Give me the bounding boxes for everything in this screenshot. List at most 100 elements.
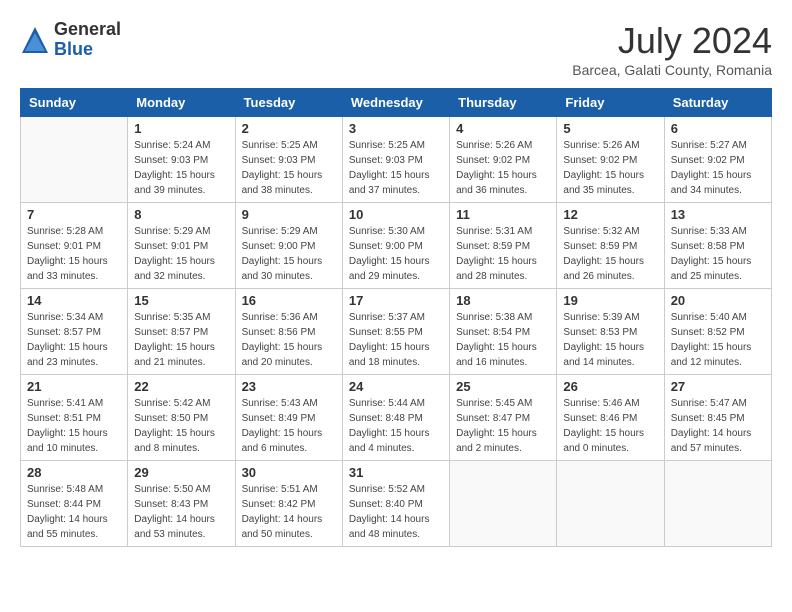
day-info: Sunrise: 5:31 AMSunset: 8:59 PMDaylight:… [456,224,550,284]
weekday-header-monday: Monday [128,89,235,117]
weekday-header-tuesday: Tuesday [235,89,342,117]
empty-cell [664,461,771,547]
day-info: Sunrise: 5:25 AMSunset: 9:03 PMDaylight:… [349,138,443,198]
day-info: Sunrise: 5:47 AMSunset: 8:45 PMDaylight:… [671,396,765,456]
calendar-table: SundayMondayTuesdayWednesdayThursdayFrid… [20,88,772,547]
day-number: 4 [456,121,550,136]
calendar-day-cell: 16 Sunrise: 5:36 AMSunset: 8:56 PMDayligh… [235,289,342,375]
day-info: Sunrise: 5:44 AMSunset: 8:48 PMDaylight:… [349,396,443,456]
calendar-day-cell: 13Sunrise: 5:33 AMSunset: 8:58 PMDayligh… [664,203,771,289]
day-number: 10 [349,207,443,222]
day-info: Sunrise: 5:28 AMSunset: 9:01 PMDaylight:… [27,224,121,284]
day-info: Sunrise: 5:41 AMSunset: 8:51 PMDaylight:… [27,396,121,456]
calendar-day-cell: 30 Sunrise: 5:51 AMSunset: 8:42 PMDayligh… [235,461,342,547]
calendar-day-cell: 2Sunrise: 5:25 AMSunset: 9:03 PMDaylight… [235,117,342,203]
day-number: 25 [456,379,550,394]
day-number: 3 [349,121,443,136]
day-number: 11 [456,207,550,222]
calendar-week-row: 28Sunrise: 5:48 AMSunset: 8:44 PMDayligh… [21,461,772,547]
day-number: 15 [134,293,228,308]
calendar-day-cell: 11 Sunrise: 5:31 AMSunset: 8:59 PMDayligh… [450,203,557,289]
day-info: Sunrise: 5:29 AMSunset: 9:01 PMDaylight:… [134,224,228,284]
logo-blue: Blue [54,40,121,60]
day-info: Sunrise: 5:42 AMSunset: 8:50 PMDaylight:… [134,396,228,456]
day-number: 7 [27,207,121,222]
day-info: Sunrise: 5:46 AMSunset: 8:46 PMDaylight:… [563,396,657,456]
day-info: Sunrise: 5:26 AMSunset: 9:02 PMDaylight:… [563,138,657,198]
weekday-header-friday: Friday [557,89,664,117]
calendar-day-cell: 25 Sunrise: 5:45 AMSunset: 8:47 PMDayligh… [450,375,557,461]
day-number: 22 [134,379,228,394]
day-info: Sunrise: 5:39 AMSunset: 8:53 PMDaylight:… [563,310,657,370]
day-info: Sunrise: 5:32 AMSunset: 8:59 PMDaylight:… [563,224,657,284]
day-info: Sunrise: 5:52 AMSunset: 8:40 PMDaylight:… [349,482,443,542]
empty-cell [21,117,128,203]
calendar-day-cell: 27 Sunrise: 5:47 AMSunset: 8:45 PMDayligh… [664,375,771,461]
day-info: Sunrise: 5:45 AMSunset: 8:47 PMDaylight:… [456,396,550,456]
day-info: Sunrise: 5:40 AMSunset: 8:52 PMDaylight:… [671,310,765,370]
day-number: 19 [563,293,657,308]
calendar-day-cell: 8Sunrise: 5:29 AMSunset: 9:01 PMDaylight… [128,203,235,289]
day-number: 30 [242,465,336,480]
calendar-day-cell: 22 Sunrise: 5:42 AMSunset: 8:50 PMDayligh… [128,375,235,461]
calendar-day-cell: 19 Sunrise: 5:39 AMSunset: 8:53 PMDayligh… [557,289,664,375]
day-number: 18 [456,293,550,308]
calendar-day-cell: 17 Sunrise: 5:37 AMSunset: 8:55 PMDayligh… [342,289,449,375]
day-number: 5 [563,121,657,136]
day-number: 1 [134,121,228,136]
day-number: 27 [671,379,765,394]
weekday-header-wednesday: Wednesday [342,89,449,117]
day-number: 17 [349,293,443,308]
calendar-day-cell: 7 Sunrise: 5:28 AMSunset: 9:01 PMDaylight… [21,203,128,289]
weekday-header-row: SundayMondayTuesdayWednesdayThursdayFrid… [21,89,772,117]
day-number: 12 [563,207,657,222]
day-number: 13 [671,207,765,222]
calendar-day-cell: 21 Sunrise: 5:41 AMSunset: 8:51 PMDayligh… [21,375,128,461]
logo-general: General [54,20,121,40]
page-header: General Blue July 2024 Barcea, Galati Co… [20,20,772,78]
calendar-day-cell: 6Sunrise: 5:27 AMSunset: 9:02 PMDaylight… [664,117,771,203]
day-number: 26 [563,379,657,394]
day-number: 23 [242,379,336,394]
calendar-day-cell: 3 Sunrise: 5:25 AMSunset: 9:03 PMDaylight… [342,117,449,203]
month-title: July 2024 [572,20,772,62]
calendar-week-row: 14 Sunrise: 5:34 AMSunset: 8:57 PMDayligh… [21,289,772,375]
empty-cell [450,461,557,547]
day-number: 16 [242,293,336,308]
empty-cell [557,461,664,547]
calendar-week-row: 7 Sunrise: 5:28 AMSunset: 9:01 PMDaylight… [21,203,772,289]
calendar-week-row: 1 Sunrise: 5:24 AMSunset: 9:03 PMDaylight… [21,117,772,203]
calendar-day-cell: 20Sunrise: 5:40 AMSunset: 8:52 PMDayligh… [664,289,771,375]
day-info: Sunrise: 5:37 AMSunset: 8:55 PMDaylight:… [349,310,443,370]
day-info: Sunrise: 5:29 AMSunset: 9:00 PMDaylight:… [242,224,336,284]
day-number: 28 [27,465,121,480]
day-info: Sunrise: 5:24 AMSunset: 9:03 PMDaylight:… [134,138,228,198]
calendar-day-cell: 24Sunrise: 5:44 AMSunset: 8:48 PMDayligh… [342,375,449,461]
calendar-day-cell: 1 Sunrise: 5:24 AMSunset: 9:03 PMDaylight… [128,117,235,203]
day-info: Sunrise: 5:50 AMSunset: 8:43 PMDaylight:… [134,482,228,542]
calendar-day-cell: 12 Sunrise: 5:32 AMSunset: 8:59 PMDayligh… [557,203,664,289]
calendar-day-cell: 28Sunrise: 5:48 AMSunset: 8:44 PMDayligh… [21,461,128,547]
day-number: 21 [27,379,121,394]
weekday-header-thursday: Thursday [450,89,557,117]
calendar-day-cell: 10Sunrise: 5:30 AMSunset: 9:00 PMDayligh… [342,203,449,289]
day-number: 2 [242,121,336,136]
calendar-day-cell: 4 Sunrise: 5:26 AMSunset: 9:02 PMDaylight… [450,117,557,203]
day-info: Sunrise: 5:36 AMSunset: 8:56 PMDaylight:… [242,310,336,370]
day-info: Sunrise: 5:35 AMSunset: 8:57 PMDaylight:… [134,310,228,370]
calendar-day-cell: 14 Sunrise: 5:34 AMSunset: 8:57 PMDayligh… [21,289,128,375]
weekday-header-saturday: Saturday [664,89,771,117]
day-info: Sunrise: 5:27 AMSunset: 9:02 PMDaylight:… [671,138,765,198]
location-subtitle: Barcea, Galati County, Romania [572,62,772,78]
day-info: Sunrise: 5:51 AMSunset: 8:42 PMDaylight:… [242,482,336,542]
calendar-day-cell: 29 Sunrise: 5:50 AMSunset: 8:43 PMDayligh… [128,461,235,547]
day-info: Sunrise: 5:38 AMSunset: 8:54 PMDaylight:… [456,310,550,370]
logo: General Blue [20,20,121,60]
calendar-day-cell: 23Sunrise: 5:43 AMSunset: 8:49 PMDayligh… [235,375,342,461]
day-info: Sunrise: 5:34 AMSunset: 8:57 PMDaylight:… [27,310,121,370]
calendar-day-cell: 31Sunrise: 5:52 AMSunset: 8:40 PMDayligh… [342,461,449,547]
day-number: 29 [134,465,228,480]
day-number: 9 [242,207,336,222]
day-info: Sunrise: 5:26 AMSunset: 9:02 PMDaylight:… [456,138,550,198]
day-number: 14 [27,293,121,308]
